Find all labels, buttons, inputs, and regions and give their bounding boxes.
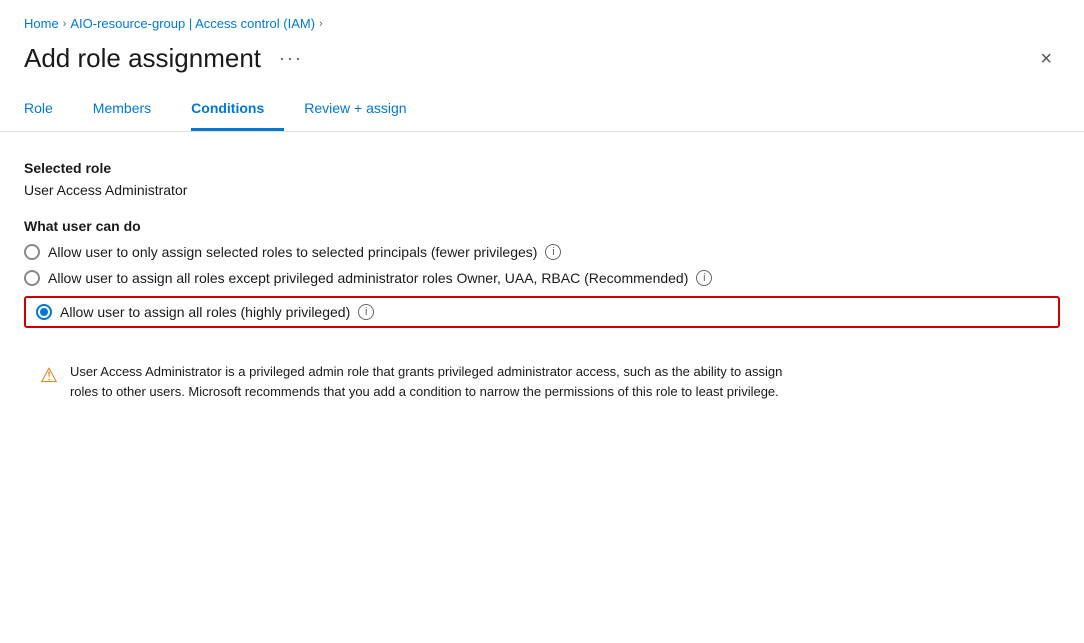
radio-label-2: Allow user to assign all roles except pr… [48,270,688,286]
tab-review-assign[interactable]: Review + assign [304,90,426,131]
tabs-container: Role Members Conditions Review + assign [0,90,1084,132]
radio-input-3[interactable] [36,304,52,320]
info-icon-1[interactable]: i [545,244,561,260]
radio-option-1[interactable]: Allow user to only assign selected roles… [24,244,1060,260]
warning-text: User Access Administrator is a privilege… [70,362,808,401]
radio-input-2[interactable] [24,270,40,286]
title-area: Add role assignment ··· [24,43,309,74]
warning-icon: ⚠ [40,363,58,388]
breadcrumb-chevron-2: › [319,18,323,30]
breadcrumb-chevron-1: › [63,18,67,30]
panel: Home › AIO-resource-group | Access contr… [0,0,1084,643]
info-icon-2[interactable]: i [696,270,712,286]
radio-label-1: Allow user to only assign selected roles… [48,244,537,260]
content-area: Selected role User Access Administrator … [0,132,1084,439]
breadcrumb: Home › AIO-resource-group | Access contr… [0,0,1084,39]
radio-group: Allow user to only assign selected roles… [24,244,1060,328]
radio-input-1[interactable] [24,244,40,260]
radio-option-3[interactable]: Allow user to assign all roles (highly p… [24,296,1060,328]
radio-option-2[interactable]: Allow user to assign all roles except pr… [24,270,1060,286]
radio-label-3: Allow user to assign all roles (highly p… [60,304,350,320]
tab-members[interactable]: Members [93,90,171,131]
breadcrumb-home[interactable]: Home [24,16,59,31]
info-icon-3[interactable]: i [358,304,374,320]
header-row: Add role assignment ··· × [0,39,1084,90]
ellipsis-button[interactable]: ··· [273,46,309,71]
what-user-label: What user can do [24,218,1060,234]
warning-box: ⚠ User Access Administrator is a privile… [24,348,824,415]
close-button[interactable]: × [1032,45,1060,73]
selected-role-label: Selected role [24,160,1060,176]
selected-role-value: User Access Administrator [24,182,1060,198]
breadcrumb-iam[interactable]: AIO-resource-group | Access control (IAM… [70,16,315,31]
page-title: Add role assignment [24,43,261,74]
tab-conditions[interactable]: Conditions [191,90,284,131]
tab-role[interactable]: Role [24,90,73,131]
